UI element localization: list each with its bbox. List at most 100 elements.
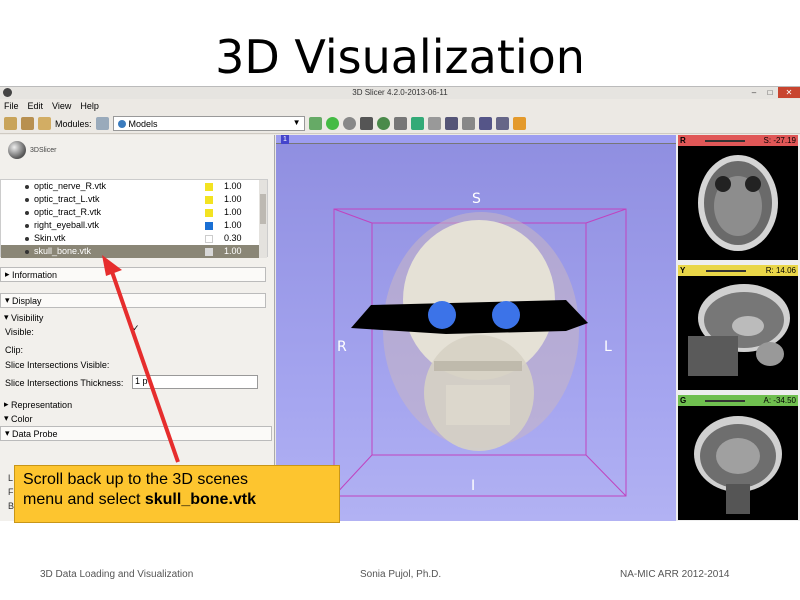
model-visibility-eye-icon[interactable] [25,198,29,202]
display-label: Display [12,295,42,306]
forward-arrow-icon[interactable] [342,117,356,130]
red-slice-view[interactable]: R S: -27.19 [678,135,798,260]
scene-list-scrollbar[interactable] [259,180,267,258]
mouse-mode-icon[interactable] [461,117,475,130]
layout-3d-cube-icon[interactable] [359,117,373,130]
segment-icon[interactable] [410,117,424,130]
axis-label-superior: S [472,191,481,207]
minimize-button[interactable]: – [746,87,762,98]
representation-section[interactable]: ▸ Representation [0,397,266,412]
scene-view-icon[interactable] [495,117,509,130]
color-section[interactable]: ▾ Color [0,411,266,426]
visibility-label: Visibility [11,312,44,323]
yellow-slice-slider[interactable] [705,269,746,272]
scene-list-item[interactable]: skull_bone.vtk 1.00 [1,245,267,258]
menu-view[interactable]: View [52,101,71,111]
model-opacity[interactable]: 0.30 [224,233,242,243]
crosshair-icon[interactable] [512,117,526,130]
scene-list-item[interactable]: Skin.vtk 0.30 [1,232,267,245]
menubar: File Edit View Help [0,100,800,112]
footer-left: 3D Data Loading and Visualization [40,569,194,580]
green-slice-offset: A: -34.50 [763,396,796,405]
yellow-slice-view[interactable]: Y R: 14.06 [678,265,798,390]
axial-slice-plane [351,300,588,334]
right-eyeball [492,301,520,329]
slice-thickness-spinbox[interactable]: 1 p [132,375,258,389]
transforms-icon[interactable] [393,117,407,130]
footer-right: NA-MIC ARR 2012-2014 [620,569,730,580]
red-slice-slider[interactable] [704,139,745,142]
menu-edit[interactable]: Edit [28,101,44,111]
instruction-callout: Scroll back up to the 3D scenes menu and… [14,465,340,523]
ruler-icon[interactable] [427,117,441,130]
color-label: Color [11,413,33,424]
models-scene-list: optic_nerve_R.vtk 1.00 optic_tract_L.vtk 1.… [0,179,268,258]
scene-list-item[interactable]: optic_tract_R.vtk 1.00 [1,206,267,219]
sagittal-brain-image [688,284,790,376]
green-slice-slider[interactable] [704,399,745,402]
visible-checkbox[interactable]: ✓ [132,323,142,333]
model-visibility-eye-icon[interactable] [25,211,29,215]
scene-list-item[interactable]: right_eyeball.vtk 1.00 [1,219,267,232]
back-arrow-icon[interactable] [325,117,339,130]
coronal-brain-image [694,416,782,514]
callout-line-2-prefix: menu and select [23,491,145,508]
slide-title: 3D Visualization [215,30,585,84]
model-opacity[interactable]: 1.00 [224,194,242,204]
data-probe-section[interactable]: ▾ Data Probe [0,426,272,441]
green-slice-bar[interactable]: G A: -34.50 [678,395,798,406]
slice-intersections-visible-label: Slice Intersections Visible: [5,360,110,370]
menu-file[interactable]: File [4,101,19,111]
red-slice-bar[interactable]: R S: -27.19 [678,135,798,146]
probe-line-l: L [8,473,14,483]
model-opacity[interactable]: 1.00 [224,246,242,256]
3d-view[interactable]: 1 S R L I [276,135,676,521]
model-color-swatch[interactable] [205,248,213,256]
model-name: Skin.vtk [34,233,66,243]
menu-help[interactable]: Help [80,101,99,111]
main-toolbar: Modules: Models ▼ [0,114,800,134]
module-search-icon[interactable] [95,117,109,130]
load-dicom-icon[interactable] [21,117,34,130]
model-visibility-eye-icon[interactable] [25,185,29,189]
save-icon[interactable] [38,117,51,130]
clip-label: Clip: [5,345,24,355]
model-visibility-eye-icon[interactable] [25,224,29,228]
modules-label: Modules: [55,118,92,129]
close-button[interactable]: ✕ [778,87,800,98]
module-selector[interactable]: Models ▼ [112,116,305,131]
model-opacity[interactable]: 1.00 [224,220,242,230]
green-slice-letter: G [680,396,687,405]
model-name: optic_nerve_R.vtk [34,181,107,191]
model-visibility-eye-icon[interactable] [25,237,29,241]
axis-label-inferior: I [471,478,476,494]
brain-icon[interactable] [376,117,390,130]
load-data-icon[interactable] [4,117,17,130]
module-history-icon[interactable] [308,117,322,130]
red-slice-letter: R [680,136,686,145]
scene-list-item[interactable]: optic_tract_L.vtk 1.00 [1,193,267,206]
module-selected-label: Models [128,118,158,129]
scene-list-item[interactable]: optic_nerve_R.vtk 1.00 [1,180,267,193]
green-slice-view[interactable]: G A: -34.50 [678,395,798,520]
display-section[interactable]: ▾ Display [0,293,266,308]
yellow-slice-bar[interactable]: Y R: 14.06 [678,265,798,276]
layout-icon[interactable] [444,117,458,130]
slicer-logo-icon [8,141,26,159]
model-color-swatch[interactable] [205,196,213,204]
information-section[interactable]: ▸ Information [0,267,266,282]
model-opacity[interactable]: 1.00 [224,207,242,217]
model-color-swatch[interactable] [205,235,213,243]
model-visibility-eye-icon[interactable] [25,250,29,254]
representation-label: Representation [11,399,73,410]
model-color-swatch[interactable] [205,209,213,217]
model-color-swatch[interactable] [205,183,213,191]
model-color-swatch[interactable] [205,222,213,230]
models-module-icon [117,119,126,128]
probe-line-f: F [8,487,14,497]
screenshot-icon[interactable] [478,117,492,130]
callout-line-1: Scroll back up to the 3D scenes [23,471,249,488]
model-opacity[interactable]: 1.00 [224,181,242,191]
maximize-button[interactable]: □ [762,87,778,98]
data-probe-label: Data Probe [12,428,58,439]
